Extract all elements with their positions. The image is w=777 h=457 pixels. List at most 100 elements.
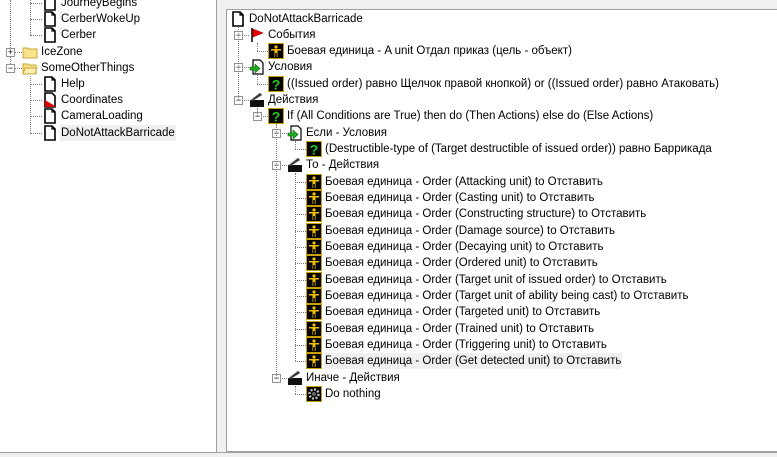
tree-item-label: Боевая единица - A unit Отдал приказ (це… [287,45,572,58]
svg-text:?: ? [310,142,319,158]
tree-item-боевая-единица-order-decaying-unit-to-от[interactable]: Боевая единица - Order (Decaying unit) t… [227,239,777,256]
tree-item-if-all-conditions-are-true-then-do-then-[interactable]: ? If (All Conditions are True) then do (T… [227,108,777,125]
tree-connector-line [30,3,42,4]
tree-item-label: Боевая единица - Order (Trained unit) to… [325,322,595,335]
tree-item-боевая-единица-order-constructing-struct[interactable]: Боевая единица - Order (Constructing str… [227,206,777,223]
tree-item-условия[interactable]: Условия [227,59,777,76]
tree-item-боевая-единица-order-trained-unit-to-отс[interactable]: Боевая единица - Order (Trained unit) to… [227,320,777,337]
tree-item-label: Боевая единица - Order (Triggering unit)… [325,339,607,352]
tree-item-иначе-действия[interactable]: Иначе - Действия [227,370,777,386]
tree-item-боевая-единица-order-get-detected-unit-t[interactable]: Боевая единица - Order (Get detected uni… [227,353,777,370]
doc-icon [42,124,58,141]
tree-connector-line [295,361,306,362]
expand-icon[interactable]: + [6,48,15,57]
tree-item-label: Если - Условия [306,126,387,139]
doc-icon [42,76,58,92]
tree-item-label: CerberWokeUp [61,13,141,26]
tree-connector-line [30,133,42,134]
unit-icon [306,271,322,288]
tree-connector-line [295,214,306,215]
tree-item-label: Боевая единица - Order (Target unit of i… [325,273,667,286]
tree-item-label: Боевая единица - Order (Constructing str… [325,208,647,221]
tree-item-действия[interactable]: Действия [227,92,777,108]
tree-connector-line [295,182,306,183]
tree-item-если-условия[interactable]: Если - Условия [227,125,777,141]
tree-item-label: То - Действия [306,159,380,172]
tree-item-label: SomeOtherThings [41,61,135,74]
tree-connector-line [295,149,306,150]
tree-item-боевая-единица-order-targeted-unit-to-от[interactable]: Боевая единица - Order (Targeted unit) t… [227,304,777,321]
tree-item-label: (Destructible-type of (Target destructib… [325,143,712,156]
tree-item-label: Иначе - Действия [306,371,400,384]
tree-item-label: Боевая единица - Order (Targeted unit) t… [325,306,601,319]
unit-icon [306,320,322,337]
tree-item-journeybegins[interactable]: JourneyBegins [0,0,216,11]
tree-connector-line [257,51,268,52]
tree-connector-line [295,280,306,281]
tree-connector-line [257,84,268,85]
question-icon: ? [268,75,284,92]
tree-item-label: Действия [268,94,319,107]
tree-connector-line [30,19,42,20]
tree-item-label: Боевая единица - Order (Damage source) t… [325,224,615,237]
tree-item-label: Боевая единица - Order (Attacking unit) … [325,175,603,188]
tree-item-donotattackbarricade[interactable]: DoNotAttackBarricade [227,10,777,27]
gear-icon [306,386,322,403]
doc-icon [42,0,58,11]
tree-connector-line [295,231,306,232]
tree-item-то-действия[interactable]: То - Действия [227,157,777,173]
tree-item-боевая-единица-order-ordered-unit-to-отс[interactable]: Боевая единица - Order (Ordered unit) to… [227,255,777,272]
unit-icon [306,206,322,223]
tree-item-боевая-единица-order-damage-source-to-от[interactable]: Боевая единица - Order (Damage source) t… [227,222,777,239]
doc-icon [42,108,58,125]
tree-item-icezone[interactable]: IceZone [0,44,216,60]
trigger-functions-tree[interactable]: DoNotAttackBarricade События Боевая единиц… [226,9,777,452]
tree-item-destructible-type-of-target-destructible[interactable]: ? (Destructible-type of (Target destructi… [227,141,777,158]
doc-icon [42,27,58,44]
unit-icon [306,255,322,272]
tree-item-label: IceZone [41,45,83,58]
tree-item-label: Coordinates [61,94,124,107]
tree-connector-line [295,198,306,199]
tree-item-label: DoNotAttackBarricade [60,124,176,141]
doc-icon [230,10,246,27]
tree-item-issued-order-равно-щелчок-правой-кнопкой[interactable]: ? ((Issued order) равно Щелчок правой кно… [227,75,777,92]
tree-item-боевая-единица-order-casting-unit-to-отс[interactable]: Боевая единица - Order (Casting unit) to… [227,190,777,207]
unit-icon [306,173,322,190]
tree-item-label: Боевая единица - Order (Decaying unit) t… [325,241,604,254]
tree-item-label: Боевая единица - Order (Get detected uni… [324,353,623,370]
tree-item-label: Боевая единица - Order (Target unit of a… [325,290,689,303]
tree-item-события[interactable]: События [227,27,777,43]
trigger-list-tree[interactable]: JourneyBegins CerberWokeUp Cerber IceZone + S… [0,0,217,452]
tree-item-label: If (All Conditions are True) then do (Th… [287,110,654,123]
unit-icon [306,239,322,256]
tree-item-боевая-единица-order-target-unit-of-abil[interactable]: Боевая единица - Order (Target unit of a… [227,288,777,305]
folder-icon [22,44,38,60]
tree-item-someotherthings[interactable]: SomeOtherThings [0,60,216,76]
tree-connector-line [295,263,306,264]
tree-item-do-nothing[interactable]: Do nothing [227,386,777,403]
tree-item-label: ((Issued order) равно Щелчок правой кноп… [287,77,719,90]
tree-item-боевая-единица-order-target-unit-of-issu[interactable]: Боевая единица - Order (Target unit of i… [227,271,777,288]
tree-connector-line [295,296,306,297]
tree-connector-line [295,173,296,361]
unit-icon [268,43,284,60]
collapse-icon[interactable]: − [6,64,15,73]
tree-item-label: Боевая единица - Order (Casting unit) to… [325,192,595,205]
flag-icon [249,27,265,43]
tree-item-боевая-единица-a-unit-отдал-приказ-цель-[interactable]: Боевая единица - A unit Отдал приказ (це… [227,43,777,60]
tree-item-label: Help [61,78,85,90]
tree-item-боевая-единица-order-triggering-unit-to-[interactable]: Боевая единица - Order (Triggering unit)… [227,337,777,354]
tree-connector-line [30,35,42,36]
tree-connector-line [257,43,258,51]
unit-icon [306,190,322,207]
tree-connector-line [238,27,239,100]
tree-item-label: CameraLoading [61,110,143,123]
tree-connector-line [30,100,42,101]
tree-connector-line [257,75,258,84]
tree-connector-line [295,394,306,395]
unit-icon [306,353,322,370]
tree-connector-line [295,247,306,248]
tree-item-label: DoNotAttackBarricade [249,12,363,25]
tree-item-боевая-единица-order-attacking-unit-to-о[interactable]: Боевая единица - Order (Attacking unit) … [227,173,777,190]
